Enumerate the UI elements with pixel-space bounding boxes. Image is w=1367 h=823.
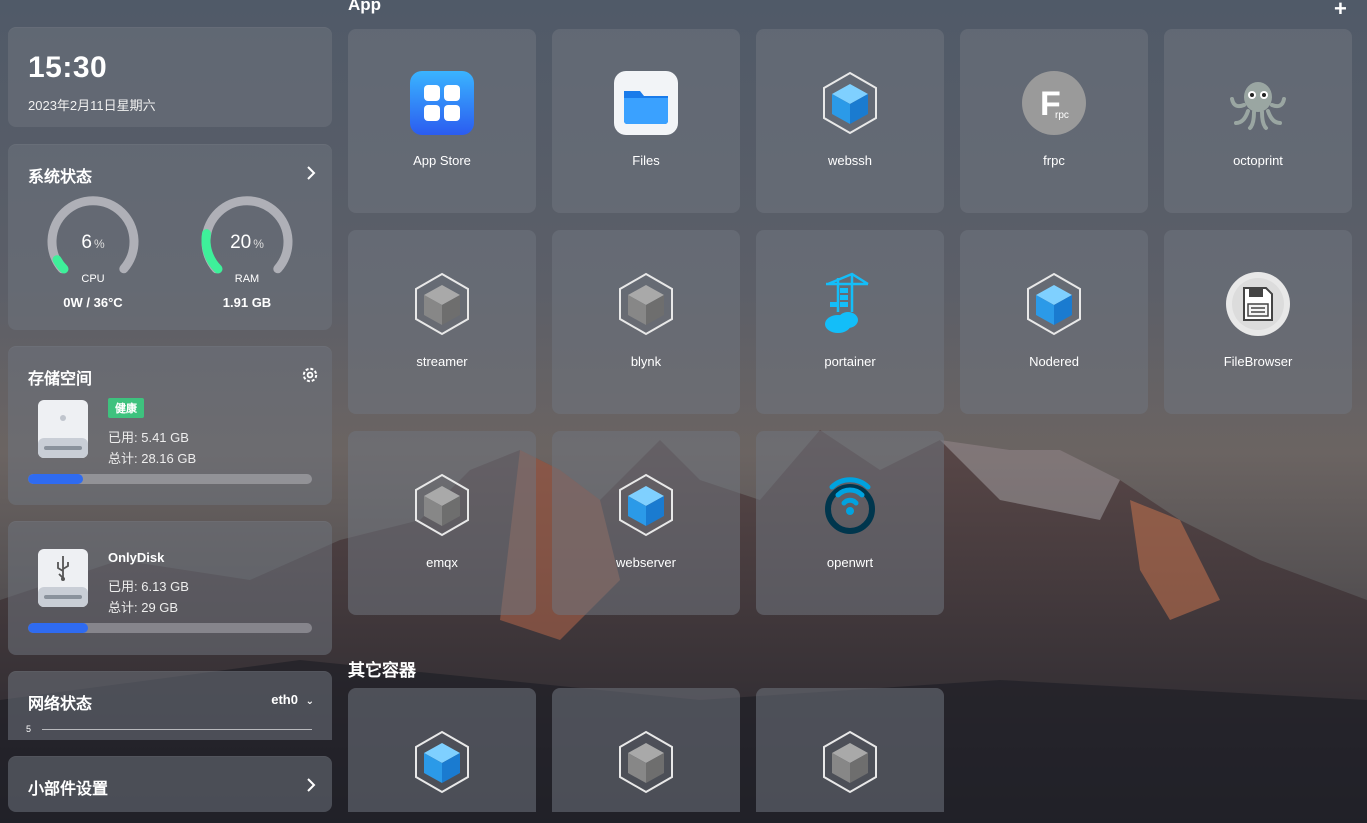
app-name: FileBrowser — [1223, 354, 1293, 369]
ram-value: 20 — [230, 232, 252, 253]
octoprint-icon — [1226, 71, 1290, 135]
app-name: emqx — [426, 555, 458, 570]
usb-usage-fill — [28, 623, 88, 633]
clock-date: 2023年2月11日星期六 — [28, 98, 156, 113]
usb-total: 总计: 29 GB — [108, 600, 179, 615]
cpu-label: CPU — [81, 273, 105, 285]
hard-disk-icon — [38, 400, 88, 458]
clock-time: 15:30 — [28, 51, 108, 84]
openwrt-icon — [818, 473, 882, 537]
app-tile-portainer[interactable]: portainer — [756, 230, 944, 414]
app-tile-filebrowser[interactable]: FileBrowser — [1164, 230, 1352, 414]
app-tile-openwrt[interactable]: openwrt — [756, 431, 944, 615]
cpu-gauge: 6% CPU — [45, 195, 141, 285]
usb-disk-name: OnlyDisk — [108, 550, 165, 565]
network-widget: 网络状态 eth0 ⌄ 5 — [8, 671, 332, 740]
app-tile-blynk[interactable]: blynk — [552, 230, 740, 414]
system-status-title: 系统状态 — [28, 169, 93, 186]
app-tile-files[interactable]: Files — [552, 29, 740, 213]
app-tile-emqx[interactable]: emqx — [348, 431, 536, 615]
container-tile[interactable] — [756, 688, 944, 812]
network-graph-baseline — [42, 729, 312, 730]
cpu-gauge-fill — [52, 255, 69, 274]
app-section-title: App — [348, 0, 382, 14]
container-grey-icon — [818, 730, 882, 794]
app-name: Files — [632, 153, 660, 168]
container-grey-icon — [614, 272, 678, 336]
disk-usage-fill — [28, 474, 83, 484]
cpu-value: 6 — [81, 232, 92, 253]
ram-label: RAM — [234, 273, 260, 285]
app-name: webssh — [827, 153, 873, 168]
container-blue-icon — [614, 473, 678, 537]
app-tile-webserver[interactable]: webserver — [552, 431, 740, 615]
usb-used: 已用: 6.13 GB — [108, 579, 189, 594]
app-name: App Store — [413, 153, 471, 168]
ram-gauge: 20% RAM — [199, 195, 295, 285]
storage-title: 存储空间 — [28, 371, 93, 388]
container-grey-icon — [410, 473, 474, 537]
disk-usage-bar — [28, 474, 312, 484]
svg-text:rpc: rpc — [1055, 110, 1069, 121]
app-name: Nodered — [1029, 354, 1079, 369]
clock-widget: 15:30 2023年2月11日星期六 — [8, 27, 332, 127]
app-name: portainer — [824, 354, 876, 369]
container-blue-icon — [818, 71, 882, 135]
app-tile-webssh[interactable]: webssh — [756, 29, 944, 213]
disk-used: 已用: 5.41 GB — [108, 430, 189, 445]
app-name: frpc — [1043, 153, 1065, 168]
container-tile[interactable] — [552, 688, 740, 812]
system-status-widget: 系统状态 6% CPU 0W / 36°C 20% RAM 1.91 GB — [8, 144, 332, 330]
app-tile-frpc[interactable]: Frpc frpc — [960, 29, 1148, 213]
container-tile[interactable] — [348, 688, 536, 812]
app-name: streamer — [416, 354, 468, 369]
widget-settings[interactable]: 小部件设置 — [8, 756, 332, 812]
usb-usage-bar — [28, 623, 312, 633]
ram-unit: % — [253, 237, 264, 251]
app-tile-streamer[interactable]: streamer — [348, 230, 536, 414]
network-title: 网络状态 — [28, 696, 93, 713]
container-blue-icon — [410, 730, 474, 794]
usb-disk-widget: OnlyDisk 已用: 6.13 GB 总计: 29 GB — [8, 521, 332, 655]
storage-widget: 存储空间 健康 已用: 5.41 GB 总计: 28.16 GB — [8, 346, 332, 505]
files-icon — [614, 71, 678, 135]
app-tile-octoprint[interactable]: octoprint — [1164, 29, 1352, 213]
add-app-button[interactable]: + — [1334, 0, 1347, 22]
chevron-right-icon[interactable] — [304, 166, 318, 180]
container-blue-icon — [1022, 272, 1086, 336]
app-tile-nodered[interactable]: Nodered — [960, 230, 1148, 414]
app-name: openwrt — [826, 555, 874, 570]
other-containers-title: 其它容器 — [348, 661, 416, 680]
interface-select[interactable]: eth0 ⌄ — [271, 692, 314, 707]
cpu-unit: % — [93, 237, 105, 251]
health-badge: 健康 — [108, 398, 144, 418]
interface-name: eth0 — [271, 692, 298, 707]
app-name: octoprint — [1233, 153, 1283, 168]
widget-settings-title: 小部件设置 — [28, 781, 109, 798]
gear-icon[interactable] — [301, 366, 319, 384]
app-store-icon — [410, 71, 474, 135]
frpc-icon: Frpc — [1022, 71, 1086, 135]
disk-total: 总计: 28.16 GB — [108, 451, 197, 466]
usb-disk-icon — [38, 549, 88, 607]
app-name: webserver — [616, 555, 676, 570]
app-name: blynk — [630, 354, 662, 369]
filebrowser-icon — [1226, 272, 1290, 336]
network-scale-label: 5 — [26, 724, 32, 734]
chevron-right-icon — [307, 778, 316, 792]
portainer-icon — [818, 272, 882, 336]
chevron-down-icon: ⌄ — [305, 696, 314, 707]
cpu-subtext: 0W / 36°C — [63, 295, 123, 310]
ram-subtext: 1.91 GB — [222, 295, 272, 310]
container-grey-icon — [614, 730, 678, 794]
container-grey-icon — [410, 272, 474, 336]
app-tile-app-store[interactable]: App Store — [348, 29, 536, 213]
